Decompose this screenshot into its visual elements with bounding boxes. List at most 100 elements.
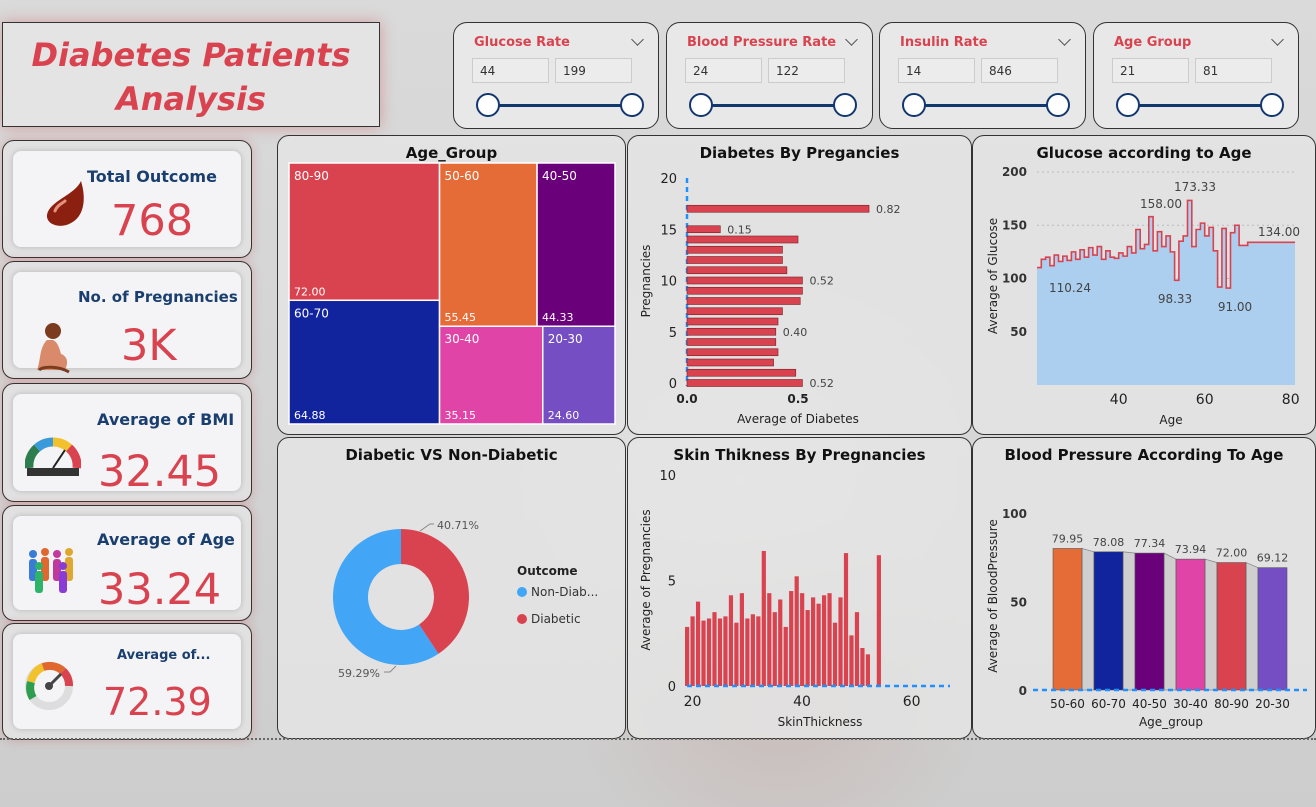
- x-tick-label: 80: [1282, 392, 1300, 408]
- area-chart[interactable]: 50 100 150 200 40 60 80 Age Average of Glucose 11…: [973, 136, 1315, 434]
- bar: [686, 307, 783, 316]
- y-axis-title: Pregnancies: [639, 245, 653, 318]
- ribbon: [1245, 561, 1259, 691]
- slider-track[interactable]: [701, 104, 847, 107]
- slider-max-handle[interactable]: [1046, 93, 1070, 117]
- bar: [686, 368, 797, 377]
- treemap-label: 80-90: [294, 169, 329, 183]
- panel-diabetes-by-pregnancies: Diabetes By Pregancies 0 5 10 15 20 0.0 0.5 Ave…: [627, 135, 972, 435]
- bar: [745, 618, 750, 686]
- kpi-value: 33.24: [98, 565, 222, 615]
- slider-track[interactable]: [914, 104, 1060, 107]
- slicer-max-input[interactable]: 122: [768, 58, 845, 83]
- bar: [750, 614, 755, 686]
- y-tick-label: 50: [1010, 596, 1027, 610]
- bar: [838, 597, 843, 686]
- x-tick-label: 20-30: [1255, 697, 1290, 711]
- bar: [686, 379, 803, 387]
- kpi-average-age: Average of Age 33.24: [2, 505, 252, 621]
- data-label: 91.00: [1218, 300, 1252, 314]
- bar: [686, 266, 788, 275]
- slider-min-handle[interactable]: [689, 93, 713, 117]
- x-tick-label: 60: [1196, 392, 1214, 408]
- slider-min-handle[interactable]: [902, 93, 926, 117]
- slider-track[interactable]: [488, 104, 634, 107]
- slicer-blood-pressure-rate[interactable]: Blood Pressure Rate 24 122: [666, 22, 873, 129]
- y-axis-title: Average of Glucose: [986, 218, 1000, 334]
- data-label: 0.15: [727, 223, 752, 236]
- title-line-2: Analysis: [115, 80, 267, 118]
- column-chart[interactable]: 0 50 100 79.95 50-60 78.08 60-70 77.34 40-50 73.9…: [973, 438, 1315, 738]
- treemap-chart[interactable]: 80-90 72.00 60-70 64.88 50-60 55.45 40-50 44.33…: [278, 136, 625, 434]
- slicer-max-input[interactable]: 81: [1195, 58, 1272, 83]
- bar: [686, 286, 803, 295]
- y-tick-label: 5: [669, 326, 677, 341]
- slider-max-handle[interactable]: [1260, 93, 1284, 117]
- x-axis-title: SkinThickness: [778, 715, 863, 729]
- bar: [827, 593, 832, 686]
- treemap-tile: [438, 162, 538, 327]
- kpi-inner: Average of BMI 32.45: [13, 394, 241, 496]
- chevron-down-icon[interactable]: [845, 33, 858, 46]
- kpi-label: Average of...: [117, 648, 211, 663]
- blood-drop-icon: [46, 181, 84, 226]
- x-tick-label: 40: [1110, 392, 1128, 408]
- panel-blood-pressure-by-age: Blood Pressure According To Age 0 50 100 79…: [972, 437, 1316, 739]
- column-chart[interactable]: 0 5 10 20 40 60 SkinThickness Average of Pregna…: [628, 438, 971, 738]
- bar: [756, 616, 761, 686]
- slider-track[interactable]: [1128, 104, 1274, 107]
- bar: [1257, 567, 1288, 691]
- slicer-min-input[interactable]: 44: [472, 58, 549, 83]
- bar: [728, 595, 734, 686]
- bar: [686, 235, 799, 244]
- chevron-down-icon[interactable]: [1271, 33, 1284, 46]
- x-tick-label: 40-50: [1132, 697, 1167, 711]
- treemap-value: 64.88: [294, 409, 326, 422]
- slicer-min-input[interactable]: 24: [685, 58, 762, 83]
- kpi-label: No. of Pregnancies: [78, 288, 238, 306]
- slicer-min-input[interactable]: 21: [1112, 58, 1189, 83]
- treemap-tile: [536, 162, 616, 327]
- data-label: 73.94: [1175, 543, 1207, 556]
- slicer-label: Glucose Rate: [474, 35, 570, 50]
- slicer-min-input[interactable]: 14: [898, 58, 975, 83]
- divider: [0, 738, 1316, 740]
- treemap-label: 40-50: [542, 169, 577, 183]
- slider-min-handle[interactable]: [476, 93, 500, 117]
- slicer-glucose-rate[interactable]: Glucose Rate 44 199: [453, 22, 659, 129]
- bar: [701, 620, 706, 686]
- kpi-inner: Total Outcome 768: [13, 151, 241, 247]
- bar: [686, 245, 783, 254]
- x-tick-label: 60-70: [1091, 697, 1126, 711]
- leader-line: [384, 665, 397, 673]
- bar: [706, 618, 712, 686]
- slicer-max-input[interactable]: 199: [555, 58, 632, 83]
- slicer-label: Blood Pressure Rate: [687, 35, 837, 50]
- panel-skin-thickness: Skin Thikness By Pregnancies 0 5 10 20 40 60 S…: [627, 437, 972, 739]
- bar-chart[interactable]: 0 5 10 15 20 0.0 0.5 Average of Diabetes Pregnan…: [628, 136, 971, 434]
- slicer-age-group[interactable]: Age Group 21 81: [1093, 22, 1299, 129]
- dashboard-title: Diabetes Patients Analysis: [2, 22, 380, 127]
- donut-chart[interactable]: 40.71% 59.29% Outcome Non-Diab... Diabetic: [278, 438, 625, 738]
- slider-max-handle[interactable]: [620, 93, 644, 117]
- bar: [811, 597, 816, 686]
- treemap-label: 20-30: [548, 332, 583, 346]
- kpi-average-other: Average of... 72.39: [2, 623, 252, 740]
- bar: [876, 555, 881, 686]
- bar: [686, 348, 779, 357]
- data-label: 79.95: [1052, 532, 1084, 545]
- chevron-down-icon[interactable]: [631, 33, 644, 46]
- slicer-max-input[interactable]: 846: [981, 58, 1058, 83]
- data-label: 173.33: [1174, 180, 1216, 194]
- data-label: 0.52: [809, 377, 834, 390]
- slicer-insulin-rate[interactable]: Insulin Rate 14 846: [879, 22, 1086, 129]
- treemap-tile: [288, 162, 441, 302]
- bar: [805, 610, 810, 686]
- chevron-down-icon[interactable]: [1058, 33, 1071, 46]
- treemap-label: 60-70: [294, 306, 329, 320]
- bar: [686, 327, 777, 336]
- slider-max-handle[interactable]: [833, 93, 857, 117]
- kpi-label: Average of BMI: [97, 410, 235, 429]
- slider-min-handle[interactable]: [1116, 93, 1140, 117]
- x-tick-label: 30-40: [1173, 697, 1208, 711]
